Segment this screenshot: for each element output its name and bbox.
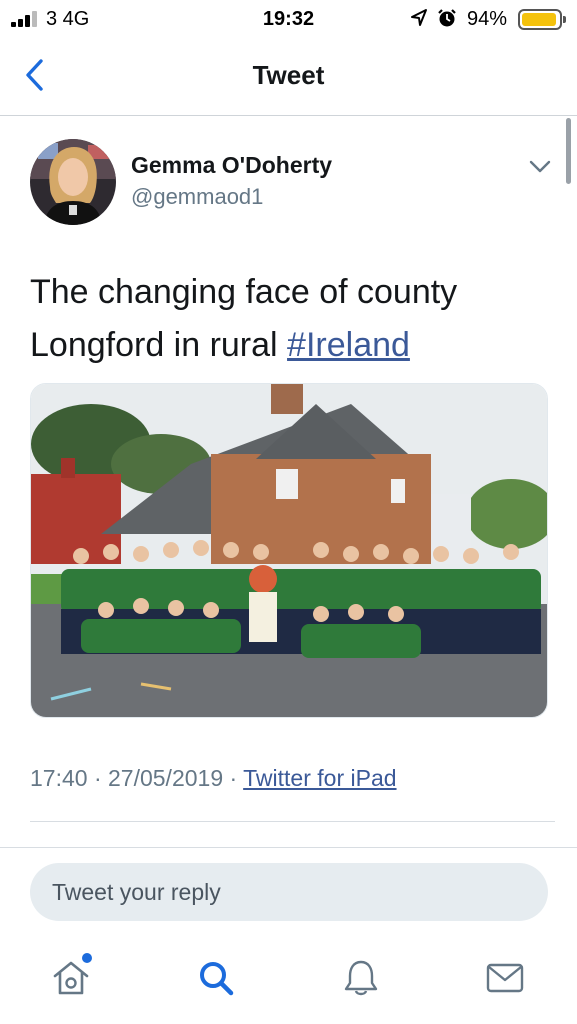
tab-messages[interactable]: [485, 958, 525, 998]
tab-search[interactable]: [196, 958, 236, 998]
tweet-source-link[interactable]: Twitter for iPad: [243, 765, 396, 791]
tab-notifications[interactable]: [341, 958, 381, 998]
tweet-photo[interactable]: [30, 383, 548, 718]
author-name[interactable]: Gemma O'Doherty: [131, 152, 332, 179]
divider: [0, 847, 577, 848]
tweet-text: The changing face of county Longford in …: [30, 266, 550, 372]
tweet-metadata: 17:40 · 27/05/2019 · Twitter for iPad: [30, 765, 397, 792]
reply-placeholder: Tweet your reply: [52, 879, 221, 905]
scrollbar[interactable]: [566, 118, 571, 184]
alarm-icon: [438, 9, 456, 27]
divider: [30, 821, 555, 822]
bell-icon: [344, 960, 378, 996]
author-handle[interactable]: @gemmaod1: [131, 184, 263, 210]
reply-input[interactable]: Tweet your reply: [30, 863, 548, 921]
battery-percentage: 94%: [467, 8, 508, 30]
tab-home[interactable]: [51, 958, 91, 998]
battery-fill: [522, 13, 556, 26]
location-arrow-icon: [411, 9, 427, 26]
search-icon: [200, 962, 234, 996]
page-title: Tweet: [252, 60, 325, 90]
home-icon: [53, 961, 89, 995]
status-bar: 3 4G 19:32 94%: [0, 0, 577, 40]
mail-icon: [486, 963, 524, 993]
navigation-bar: Tweet: [0, 40, 577, 116]
author-avatar[interactable]: [30, 139, 116, 225]
chevron-down-icon[interactable]: [527, 157, 553, 177]
tweet-timestamp: 17:40 · 27/05/2019 ·: [30, 765, 244, 791]
notification-dot: [82, 953, 92, 963]
hashtag-link[interactable]: #Ireland: [287, 326, 410, 364]
battery-icon: [518, 9, 566, 30]
